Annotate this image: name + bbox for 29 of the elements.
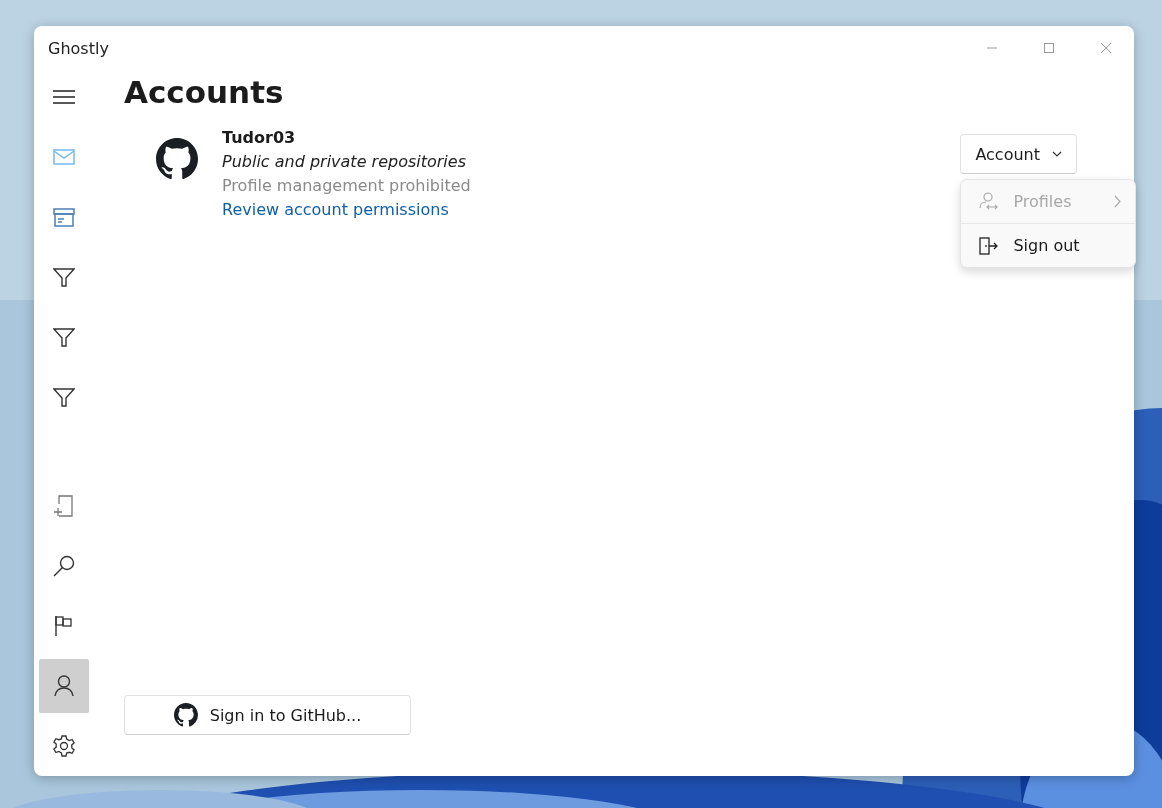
door-icon — [979, 236, 1000, 255]
account-name: Tudor03 — [222, 127, 296, 149]
nav-button[interactable] — [39, 659, 89, 713]
caret-icon — [1052, 151, 1062, 157]
permissions-link[interactable]: Review account permissions — [222, 198, 449, 222]
menu-item[interactable]: Sign out — [961, 223, 1136, 267]
filter-icon — [53, 327, 75, 347]
filter-icon — [53, 267, 75, 287]
account-dropdown-button[interactable]: Account — [960, 134, 1077, 174]
new-page-icon — [53, 495, 75, 517]
github-icon — [173, 703, 198, 727]
search-icon — [53, 555, 75, 577]
archive-icon — [53, 207, 75, 227]
account-scope: Public and private repositories — [222, 151, 466, 173]
close-button[interactable] — [1099, 42, 1112, 54]
mail-icon — [53, 148, 75, 166]
flag-icon — [54, 615, 74, 637]
filter-icon — [53, 387, 75, 407]
settings-icon — [53, 735, 75, 757]
window-title: Ghostly — [48, 38, 109, 58]
page-title: Accounts — [124, 73, 285, 112]
github-icon — [156, 138, 198, 180]
menu-icon — [52, 88, 76, 106]
maximize-button[interactable] — [1042, 42, 1055, 54]
sign-in-button[interactable]: Sign in to GitHub... — [124, 695, 411, 735]
chevron-icon — [1114, 195, 1122, 208]
profiles-icon — [979, 192, 1000, 211]
person-icon — [54, 675, 74, 697]
account-note: Profile management prohibited — [222, 175, 471, 197]
